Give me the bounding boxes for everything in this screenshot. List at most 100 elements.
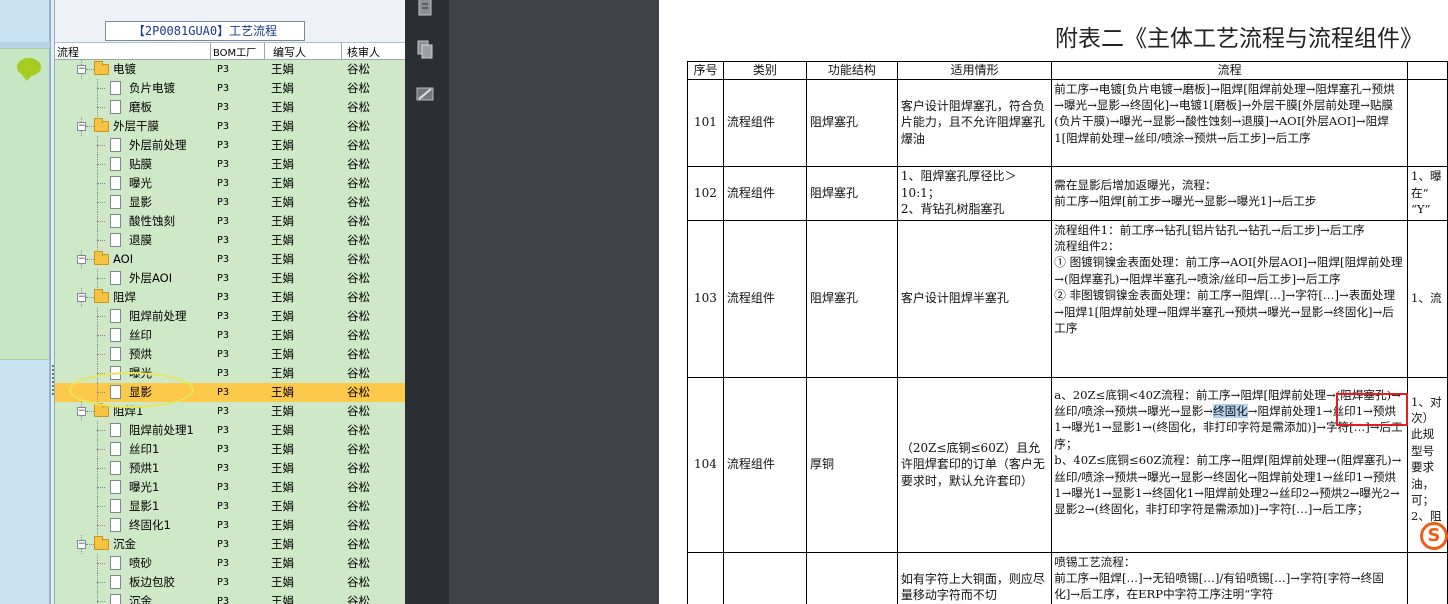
column-header-bom[interactable]: BOM工厂 [213,44,256,59]
tree-rows: − 电镀 P3 王娟 谷松 负片电镀 P3 王娟 谷松 磨板 P3 王娟 谷松 − 外层干膜 P3 王娟 谷松 外层… [55,60,405,604]
collapse-toggle-icon[interactable]: − [77,407,86,416]
column-header-author[interactable]: 编写人 [273,44,306,60]
tree-item-reviewer: 谷松 [347,480,370,494]
tree-item-bom: P3 [217,463,230,474]
tree-item-author: 王娟 [271,575,294,589]
edit-sign-icon[interactable] [416,84,434,104]
document-icon [110,195,121,209]
tree-item-row[interactable]: 喷砂 P3 王娟 谷松 [55,554,405,573]
tree-guide-line [86,259,94,260]
collapse-toggle-icon[interactable]: − [77,293,86,302]
tree-item-row[interactable]: 磨板 P3 王娟 谷松 [55,98,405,117]
table-row: 103 流程组件 阻焊塞孔 客户设计阻焊半塞孔 流程组件1：前工序→钻孔[铝片钻… [687,219,1448,378]
tree-item-bom: P3 [217,159,230,170]
tree-item-label: 外层前处理 [129,138,187,152]
folder-icon [94,403,109,417]
highlighted-text[interactable]: 终固化 [1213,403,1248,418]
document-icon [110,271,121,285]
collapse-toggle-icon[interactable]: − [77,65,86,74]
tree-item-row[interactable]: 外层AOI P3 王娟 谷松 [55,269,405,288]
tree-item-label: 阻焊前处理 [129,309,187,323]
tree-item-bom: P3 [217,64,230,75]
tree-item-row[interactable]: 板边包胶 P3 王娟 谷松 [55,573,405,592]
tree-folder-row[interactable]: − 沉金 P3 王娟 谷松 [55,535,405,554]
tree-item-row[interactable]: 丝印 P3 王娟 谷松 [55,326,405,345]
tree-item-row[interactable]: 曝光 P3 王娟 谷松 [55,174,405,193]
tree-item-reviewer: 谷松 [347,271,370,285]
tree-item-row[interactable]: 阻焊前处理1 P3 王娟 谷松 [55,421,405,440]
tree-item-bom: P3 [217,102,230,113]
tree-item-reviewer: 谷松 [347,404,370,418]
document-icon [110,518,121,532]
tree-item-reviewer: 谷松 [347,594,370,604]
tree-item-author: 王娟 [271,518,294,532]
tree-folder-row[interactable]: − AOI P3 王娟 谷松 [55,250,405,269]
collapse-toggle-icon[interactable]: − [77,122,86,131]
tree-item-label: 贴膜 [129,157,152,171]
tree-item-row[interactable]: 显影 P3 王娟 谷松 [55,193,405,212]
tree-folder-row[interactable]: − 电镀 P3 王娟 谷松 [55,60,405,79]
tree-item-author: 王娟 [271,157,294,171]
cell-no [687,551,724,604]
tree-guide-line [97,240,105,241]
copy-page-icon[interactable] [416,40,434,60]
header-func: 功能结构 [805,61,898,80]
tree-item-label: 显影1 [129,499,160,513]
collapse-toggle-icon[interactable]: − [77,540,86,549]
panel-title: 【2P0081GUA0】工艺流程 [105,21,305,41]
document-icon [110,499,121,513]
splitter-grip[interactable] [52,365,54,395]
column-divider[interactable] [264,43,265,60]
header-note [1407,61,1448,80]
page-icon[interactable] [416,0,434,18]
tree-item-row[interactable]: 退膜 P3 王娟 谷松 [55,231,405,250]
column-divider[interactable] [210,43,211,60]
chat-bubble-icon[interactable] [17,58,41,81]
column-header-flow[interactable]: 流程 [57,44,79,60]
table-row: 101 流程组件 阻焊塞孔 客户设计阻焊塞孔，符合负片能力，且不允许阻焊塞孔爆油… [687,78,1448,167]
tree-item-row[interactable]: 显影1 P3 王娟 谷松 [55,497,405,516]
tree-item-label: 曝光1 [129,480,160,494]
tree-item-row[interactable]: 丝印1 P3 王娟 谷松 [55,440,405,459]
tree-item-label: 预烘1 [129,461,160,475]
folder-icon [94,289,109,303]
column-header-reviewer[interactable]: 核审人 [347,44,380,60]
tree-item-row[interactable]: 外层前处理 P3 王娟 谷松 [55,136,405,155]
collapse-toggle-icon[interactable]: − [77,255,86,264]
document-icon [110,347,121,361]
tree-item-row[interactable]: 酸性蚀刻 P3 王娟 谷松 [55,212,405,231]
tree-item-bom: P3 [217,311,230,322]
tree-folder-row[interactable]: − 外层干膜 P3 王娟 谷松 [55,117,405,136]
cell-note [1407,551,1448,604]
tree-item-bom: P3 [217,596,230,604]
cell-type: 流程组件 [722,376,807,553]
tree-guide-line [97,221,105,222]
document-icon [110,100,121,114]
tree-item-label: 预烘 [129,347,152,361]
tree-item-row[interactable]: 负片电镀 P3 王娟 谷松 [55,79,405,98]
tree-item-author: 王娟 [271,290,294,304]
tree-item-row[interactable]: 预烘1 P3 王娟 谷松 [55,459,405,478]
tree-guide-line [97,354,105,355]
tree-guide-line [97,202,105,203]
tree-item-row[interactable]: 终固化1 P3 王娟 谷松 [55,516,405,535]
tree-item-row[interactable]: 贴膜 P3 王娟 谷松 [55,155,405,174]
tree-item-bom: P3 [217,577,230,588]
chat-pane[interactable] [0,48,49,360]
tree-item-row[interactable]: 曝光1 P3 王娟 谷松 [55,478,405,497]
tree-guide-line [97,430,105,431]
cell-func: 厚铜 [805,376,898,553]
tree-folder-row[interactable]: − 阻焊 P3 王娟 谷松 [55,288,405,307]
tree-item-label: 阻焊前处理1 [129,423,194,437]
column-divider[interactable] [341,43,342,60]
tree-item-bom: P3 [217,273,230,284]
tree-item-reviewer: 谷松 [347,309,370,323]
tree-item-row[interactable]: 沉金 P3 王娟 谷松 [55,592,405,604]
tree-item-row[interactable]: 预烘 P3 王娟 谷松 [55,345,405,364]
tree-item-row[interactable]: 阻焊前处理 P3 王娟 谷松 [55,307,405,326]
sogou-ime-icon[interactable]: S [1420,522,1448,550]
document-icon [110,176,121,190]
tree-guide-line [97,316,105,317]
tree-item-bom: P3 [217,235,230,246]
tree-item-bom: P3 [217,83,230,94]
